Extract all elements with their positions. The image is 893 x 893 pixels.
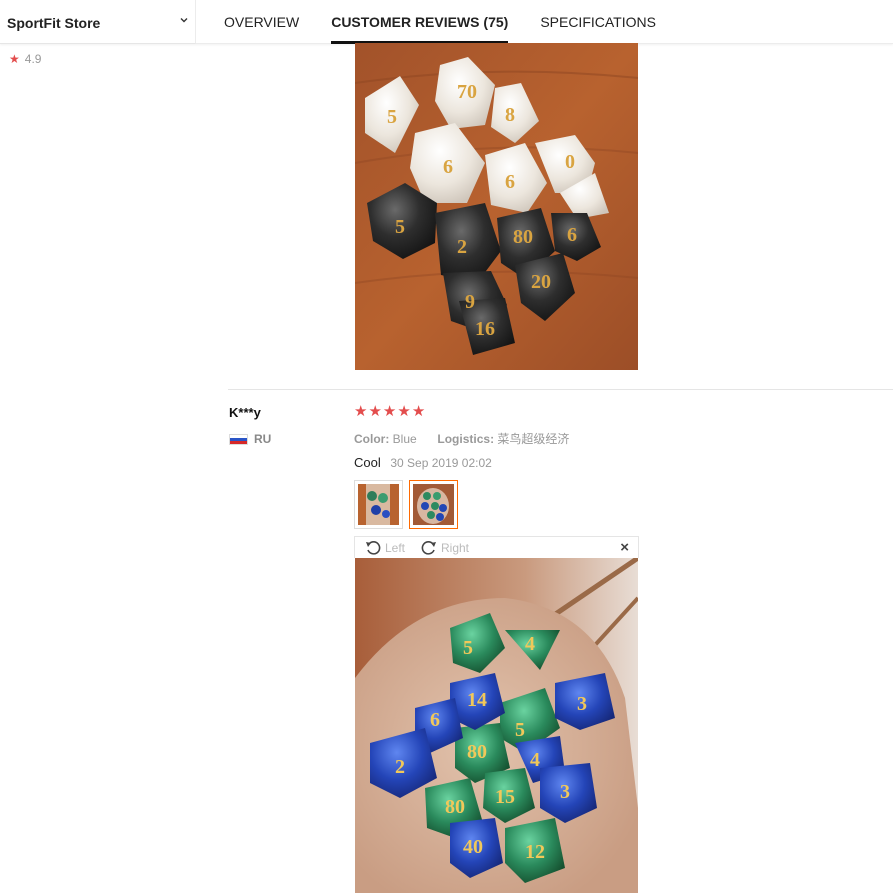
tab-specifications[interactable]: SPECIFICATIONS [540, 0, 656, 44]
svg-text:2: 2 [395, 756, 405, 778]
image-viewer-toolbar: Left Right × [354, 536, 639, 558]
tab-customer-reviews[interactable]: CUSTOMER REVIEWS (75) [331, 0, 509, 44]
svg-text:6: 6 [567, 224, 577, 246]
star-icon: ★ [368, 403, 382, 420]
star-icon: ★ [9, 52, 20, 66]
svg-text:14: 14 [467, 689, 487, 711]
dice-photo-blue-green: 5 414 36 5 280 4 80 15 3 40 12 [355, 558, 638, 893]
russia-flag-icon [229, 433, 248, 445]
review-date: 30 Sep 2019 02:02 [390, 456, 492, 470]
dice-photo-white-black: 5 70 8 6 6 0 5 2 80 6 916 20 [355, 43, 638, 370]
review-thumbnail-2[interactable] [409, 480, 458, 529]
logistics-label: Logistics: [437, 432, 495, 446]
svg-text:0: 0 [565, 151, 575, 173]
svg-text:6: 6 [505, 171, 515, 193]
rotate-right-icon [421, 541, 436, 555]
product-tabs: OVERVIEW CUSTOMER REVIEWS (75) SPECIFICA… [224, 0, 688, 44]
store-name: SportFit Store [7, 15, 101, 31]
chevron-down-icon [180, 18, 188, 23]
review-star-rating: ★ ★ ★ ★ ★ [354, 403, 426, 421]
feedback-text: Cool [354, 455, 381, 470]
svg-text:6: 6 [443, 156, 453, 178]
svg-text:15: 15 [495, 786, 515, 808]
close-icon[interactable]: × [620, 539, 629, 556]
svg-text:16: 16 [475, 318, 495, 340]
svg-text:6: 6 [430, 709, 440, 731]
star-icon: ★ [382, 403, 397, 420]
svg-text:3: 3 [560, 781, 570, 803]
reviewer-country: RU [229, 432, 271, 446]
review-divider [228, 389, 893, 390]
reviewer-name: K***y [229, 405, 261, 420]
rotate-left-icon [366, 541, 381, 555]
country-code: RU [254, 432, 272, 446]
review-photo-previous[interactable]: 5 70 8 6 6 0 5 2 80 6 9 16 20 [355, 43, 638, 370]
svg-text:5: 5 [463, 637, 473, 659]
review-feedback: Cool 30 Sep 2019 02:02 [354, 455, 492, 470]
star-icon: ★ [397, 403, 411, 420]
svg-text:70: 70 [457, 81, 477, 103]
svg-text:80: 80 [445, 796, 465, 818]
svg-text:8: 8 [505, 104, 515, 126]
tab-overview[interactable]: OVERVIEW [224, 0, 299, 44]
rotate-left-button[interactable]: Left [365, 540, 405, 556]
review-photo-large[interactable]: 5 4 14 365 2 80 4 80 15 3 40 12 [355, 558, 638, 893]
thumbnail-image [358, 484, 399, 525]
svg-text:4: 4 [530, 749, 540, 771]
review-thumbnail-1[interactable] [354, 480, 403, 529]
svg-text:3: 3 [577, 693, 587, 715]
rotate-right-button[interactable]: Right [421, 540, 469, 556]
svg-text:80: 80 [467, 741, 487, 763]
thumbnail-image [413, 484, 454, 525]
rotate-left-label: Left [385, 541, 406, 555]
review-attributes: Color: Blue Logistics: 菜鸟超级经济 [354, 430, 569, 447]
color-value: Blue [392, 432, 417, 446]
store-rating-value: 4.9 [24, 52, 42, 66]
svg-text:40: 40 [463, 836, 483, 858]
svg-text:5: 5 [395, 216, 405, 238]
svg-text:2: 2 [457, 236, 467, 258]
logistics-value: 菜鸟超级经济 [497, 432, 570, 446]
star-icon: ★ [411, 403, 426, 420]
store-rating: ★ 4.9 [9, 52, 41, 66]
svg-text:5: 5 [387, 106, 397, 128]
rotate-right-label: Right [441, 541, 470, 555]
store-selector[interactable]: SportFit Store [0, 0, 196, 44]
svg-text:5: 5 [515, 719, 525, 741]
star-icon: ★ [354, 403, 368, 420]
svg-text:80: 80 [513, 226, 533, 248]
color-label: Color: [354, 432, 390, 446]
svg-text:20: 20 [531, 271, 551, 293]
svg-text:4: 4 [525, 633, 535, 655]
top-nav-bar: SportFit Store OVERVIEW CUSTOMER REVIEWS… [0, 0, 893, 44]
svg-text:9: 9 [465, 291, 475, 313]
svg-text:12: 12 [525, 841, 545, 863]
